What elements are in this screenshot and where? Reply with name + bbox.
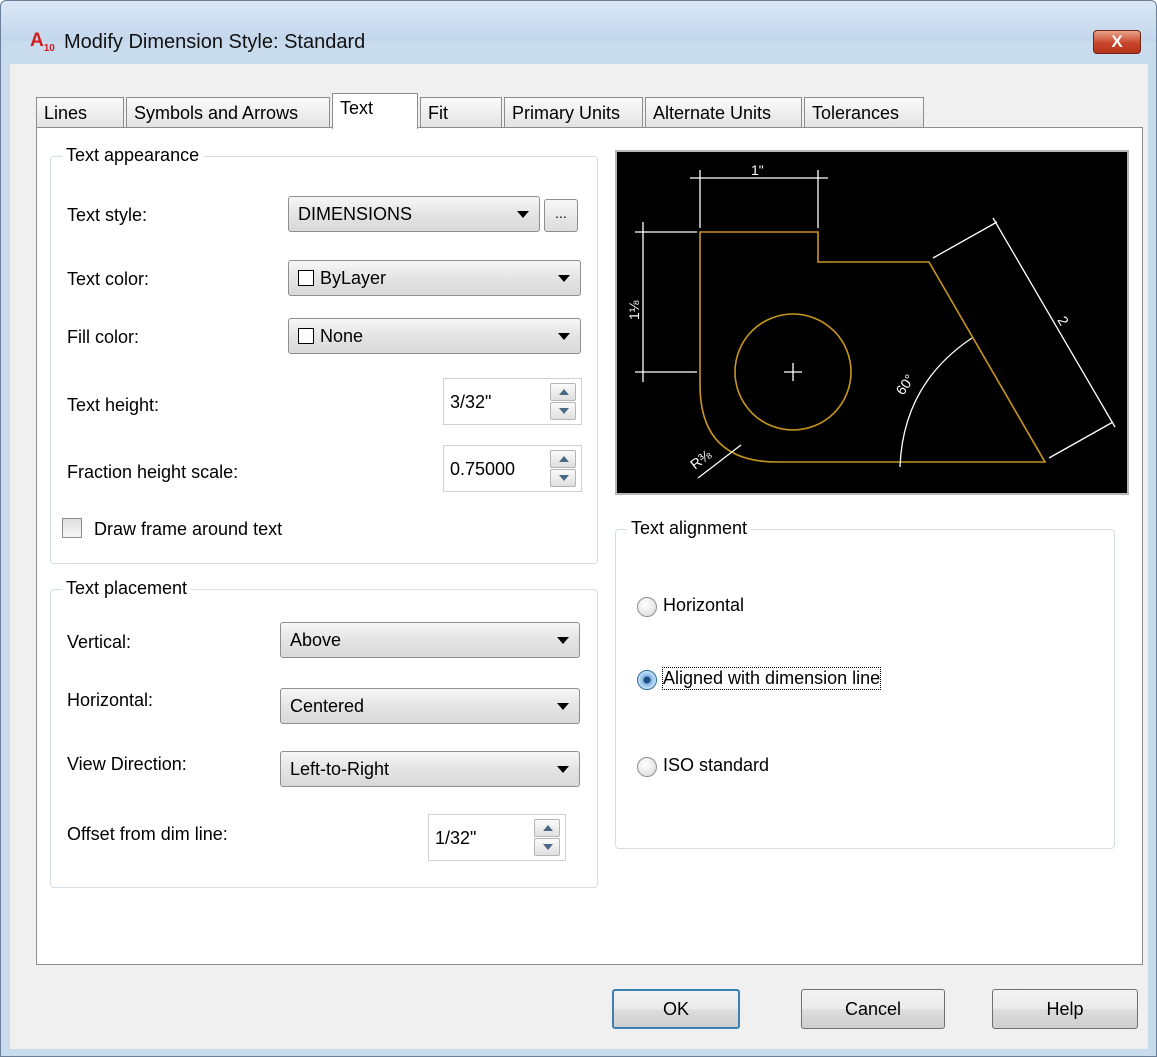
view-direction-dropdown[interactable]: Left-to-Right [280,751,580,787]
top-dimension-line [690,170,828,228]
color-swatch-icon [298,270,314,286]
spin-down-icon[interactable] [550,402,576,420]
center-mark-icon [784,363,802,381]
text-alignment-title: Text alignment [627,518,752,539]
chevron-down-icon [557,703,569,710]
text-color-dropdown[interactable]: ByLayer [288,260,581,296]
spin-up-icon[interactable] [550,450,576,468]
tab-tolerances[interactable]: Tolerances [804,97,924,127]
radio-horizontal-label[interactable]: Horizontal [663,595,744,616]
tab-text[interactable]: Text [332,93,418,129]
view-direction-label: View Direction: [67,754,187,774]
radio-aligned-label[interactable]: Aligned with dimension line [661,667,882,690]
vertical-value: Above [290,630,342,650]
fraction-height-scale-spinner[interactable]: 0.75000 [443,445,582,492]
autocad-app-icon: A10 [30,30,55,54]
angle-dimension-arc [899,337,973,468]
radio-iso-standard-label[interactable]: ISO standard [663,755,769,776]
chevron-down-icon [557,766,569,773]
text-style-browse-button[interactable]: ... [544,199,578,232]
chevron-down-icon [558,333,570,340]
spin-up-icon[interactable] [534,819,560,837]
text-color-value: ByLayer [320,268,387,288]
text-style-value: DIMENSIONS [298,204,413,224]
tab-symbols-and-arrows[interactable]: Symbols and Arrows [126,97,330,127]
draw-frame-checkbox[interactable] [62,518,82,538]
preview-dim-angle: 60° [892,371,917,398]
spin-up-icon[interactable] [550,383,576,401]
ok-button[interactable]: OK [612,989,740,1029]
preview-geometry [699,231,1047,463]
chevron-down-icon [557,637,569,644]
preview-dimensions [635,170,1116,479]
view-direction-value: Left-to-Right [290,759,390,779]
preview-drawing: 1" 1⅛ 2 60° R⅜ [626,162,1116,479]
text-height-label: Text height: [67,395,160,415]
preview-dim-slant: 2 [1054,313,1072,328]
text-placement-title: Text placement [62,578,192,599]
fraction-height-scale-value: 0.75000 [450,459,516,479]
draw-frame-label[interactable]: Draw frame around text [94,519,282,540]
fraction-height-scale-label: Fraction height scale: [67,462,239,482]
text-style-dropdown[interactable]: DIMENSIONS [288,196,540,232]
offset-value: 1/32" [435,828,477,848]
vertical-label: Vertical: [67,632,132,652]
window-title: Modify Dimension Style: Standard [64,31,366,53]
help-button[interactable]: Help [992,989,1138,1029]
dimension-preview: 1" 1⅛ 2 60° R⅜ [615,150,1129,495]
spin-down-icon[interactable] [534,838,560,856]
offset-spinner[interactable]: 1/32" [428,814,566,861]
left-dimension-line [635,222,697,382]
close-button[interactable]: X [1093,30,1141,54]
radio-horizontal[interactable] [637,597,657,617]
text-style-label: Text style: [67,205,148,225]
slant-dimension-line [932,217,1116,459]
horizontal-label: Horizontal: [67,690,154,710]
fill-color-dropdown[interactable]: None [288,318,581,354]
vertical-dropdown[interactable]: Above [280,622,580,658]
fill-color-value: None [320,326,364,346]
spin-down-icon[interactable] [550,469,576,487]
cancel-button[interactable]: Cancel [801,989,945,1029]
text-height-value: 3/32" [450,392,492,412]
preview-dim-left: 1⅛ [626,300,642,320]
horizontal-value: Centered [290,696,365,716]
offset-label: Offset from dim line: [67,824,228,844]
tab-alternate-units[interactable]: Alternate Units [645,97,802,127]
horizontal-dropdown[interactable]: Centered [280,688,580,724]
chevron-down-icon [558,275,570,282]
text-color-label: Text color: [67,269,150,289]
text-height-spinner[interactable]: 3/32" [443,378,582,425]
chevron-down-icon [517,211,529,218]
tab-lines[interactable]: Lines [36,97,124,127]
text-appearance-title: Text appearance [62,145,204,166]
color-swatch-icon [298,328,314,344]
tab-fit[interactable]: Fit [420,97,502,127]
text-alignment-group [615,529,1115,849]
fill-color-label: Fill color: [67,327,140,347]
radio-aligned-with-dimension-line[interactable] [637,670,657,690]
radio-iso-standard[interactable] [637,757,657,777]
preview-part-outline [699,231,1047,463]
preview-dim-top: 1" [751,162,764,178]
tab-primary-units[interactable]: Primary Units [504,97,643,127]
